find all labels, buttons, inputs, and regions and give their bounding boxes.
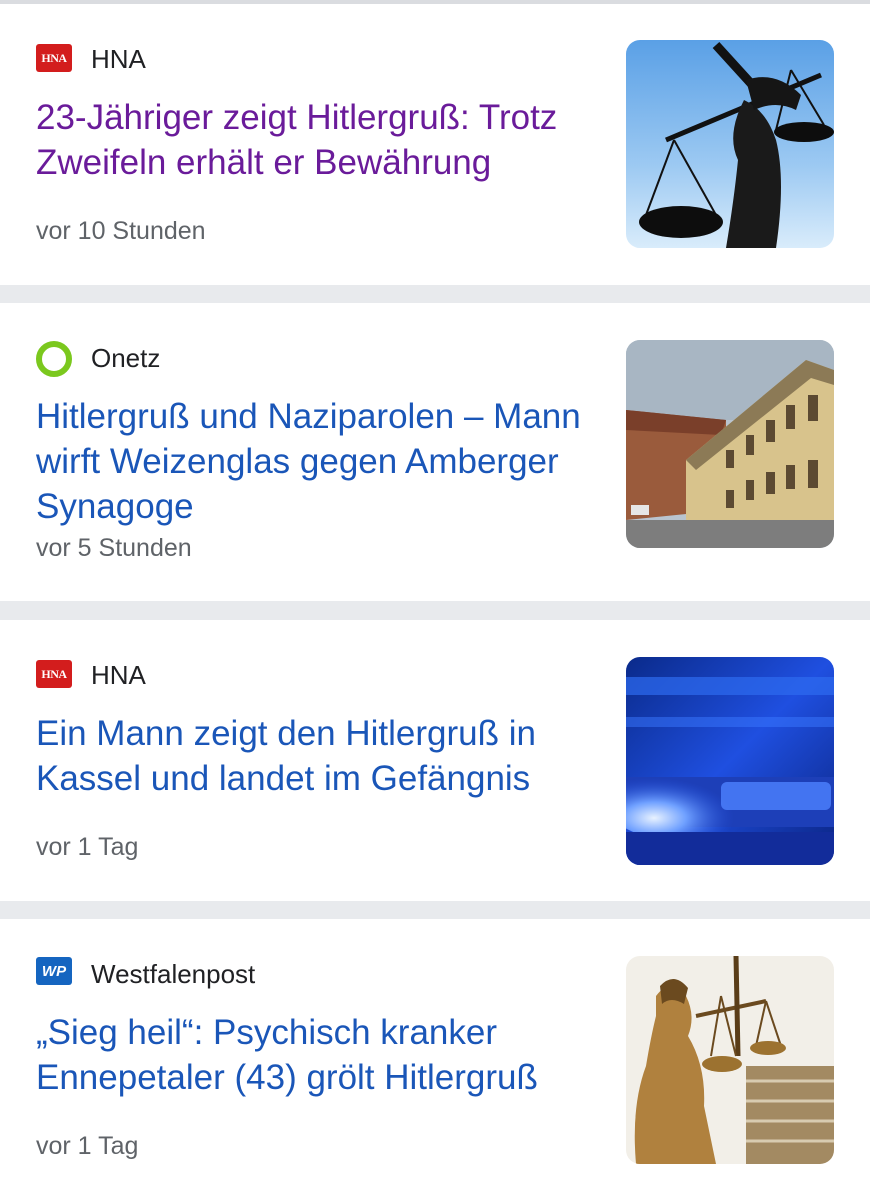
article-thumbnail[interactable] xyxy=(626,657,834,865)
article-headline-link[interactable]: 23-Jähriger zeigt Hitlergruß: Trotz Zwei… xyxy=(36,95,601,185)
source-name: Onetz xyxy=(91,343,161,373)
article-timestamp: vor 1 Tag xyxy=(36,833,139,861)
article-headline-link[interactable]: Hitlergruß und Naziparolen – Mann wirft … xyxy=(36,394,601,529)
article-headline-link[interactable]: Ein Mann zeigt den Hitlergruß in Kassel … xyxy=(36,711,601,801)
hna-logo-icon: HNA xyxy=(36,44,72,72)
justitia-statue-photo xyxy=(626,956,834,1164)
westfalenpost-logo-icon: WP xyxy=(36,957,72,985)
news-card[interactable]: WP Westfalenpost „Sieg heil“: Psychisch … xyxy=(0,919,870,1200)
article-timestamp: vor 1 Tag xyxy=(36,1132,139,1160)
article-headline-link[interactable]: „Sieg heil“: Psychisch kranker Ennepetal… xyxy=(36,1010,601,1100)
source-name: HNA xyxy=(91,660,146,690)
source-name: HNA xyxy=(91,44,146,74)
police-blue-light-photo xyxy=(626,657,834,865)
news-card[interactable]: Onetz Hitlergruß und Naziparolen – Mann … xyxy=(0,303,870,601)
article-thumbnail[interactable] xyxy=(626,956,834,1164)
article-timestamp: vor 10 Stunden xyxy=(36,217,206,245)
source-name: Westfalenpost xyxy=(91,959,256,989)
hna-logo-icon: HNA xyxy=(36,660,72,688)
news-card[interactable]: HNA HNA 23-Jähriger zeigt Hitlergruß: Tr… xyxy=(0,4,870,285)
article-thumbnail[interactable] xyxy=(626,340,834,548)
article-thumbnail[interactable] xyxy=(626,40,834,248)
onetz-logo-icon xyxy=(36,341,72,377)
article-timestamp: vor 5 Stunden xyxy=(36,534,192,562)
building-street-photo xyxy=(626,340,834,548)
news-card[interactable]: HNA HNA Ein Mann zeigt den Hitlergruß in… xyxy=(0,620,870,901)
scales-of-justice-statue-icon xyxy=(626,40,834,248)
